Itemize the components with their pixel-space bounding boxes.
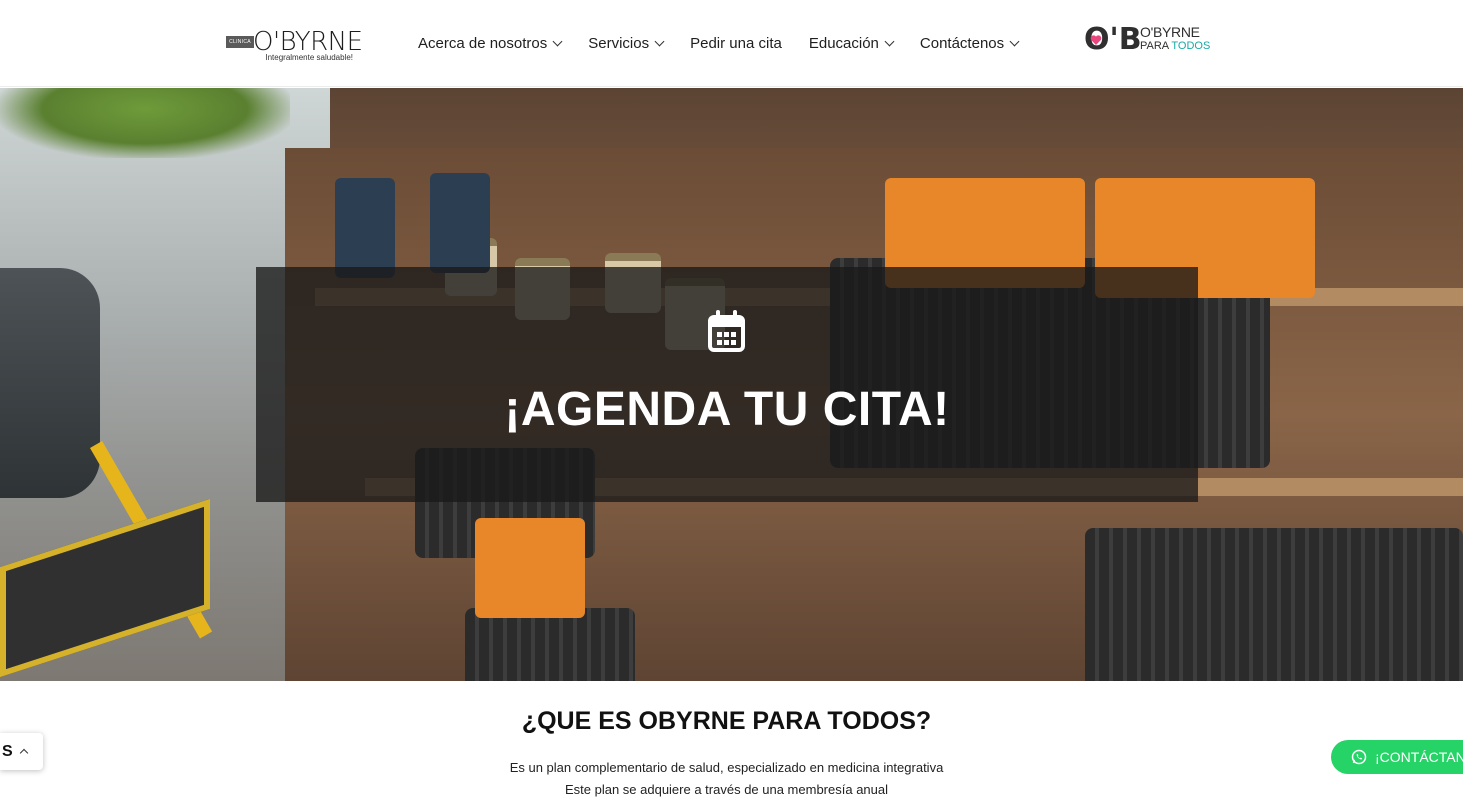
obyrne-para-todos-logo[interactable]: O'B O'BYRNE PARA TODOS <box>1084 24 1224 58</box>
logo-name: O'BYRNE <box>253 27 363 57</box>
nav-label: Contáctenos <box>919 34 1005 52</box>
partner-line1: O'BYRNE <box>1140 24 1200 40</box>
logo-badge: CLINICA <box>226 36 254 48</box>
chips-bag <box>430 173 490 273</box>
hero-banner: ¡AGENDA TU CITA! <box>0 88 1463 681</box>
chevron-up-icon <box>19 748 28 758</box>
partner-line2-b: TODOS <box>1171 40 1211 52</box>
nav-item-servicios[interactable]: Servicios <box>588 34 665 52</box>
heart-icon <box>1090 35 1102 45</box>
basket <box>1085 528 1463 681</box>
hero-cta-overlay[interactable]: ¡AGENDA TU CITA! <box>256 267 1198 502</box>
hero-photo-tree <box>0 88 290 158</box>
whatsapp-label: ¡CONTÁCTANOS! <box>1375 749 1463 765</box>
section-paragraph: Es un plan complementario de salud, espe… <box>509 760 944 775</box>
chevron-down-icon <box>654 36 665 46</box>
snack-bag <box>475 518 585 618</box>
hero-title: ¡AGENDA TU CITA! <box>504 383 950 436</box>
partner-line2: PARA TODOS <box>1140 39 1210 53</box>
chevron-down-icon <box>552 36 563 46</box>
partner-line2-a: PARA <box>1140 40 1169 52</box>
basket <box>465 608 635 681</box>
whatsapp-icon <box>1351 749 1367 765</box>
nav-label: Servicios <box>588 34 650 52</box>
nav-label: Pedir una cita <box>690 34 782 52</box>
nav-item-pedir-cita[interactable]: Pedir una cita <box>690 35 782 52</box>
section-title: ¿QUE ES OBYRNE PARA TODOS? <box>521 707 932 735</box>
nav-item-educacion[interactable]: Educación <box>808 34 895 52</box>
main-nav: Acerca de nosotros Servicios Pedir una c… <box>418 32 1045 54</box>
nav-item-acerca[interactable]: Acerca de nosotros <box>418 34 563 52</box>
nav-label: Acerca de nosotros <box>418 34 548 52</box>
clinic-logo[interactable]: CLINICA O'BYRNE Integralmente saludable! <box>226 28 363 66</box>
section-paragraph: Este plan se adquiere a través de una me… <box>564 782 889 797</box>
hero-photo-car <box>0 268 100 498</box>
calendar-icon <box>708 310 745 352</box>
chips-bag <box>335 178 395 278</box>
whatsapp-contact-button[interactable]: ¡CONTÁCTANOS! <box>1331 740 1463 774</box>
language-label: S <box>2 742 13 760</box>
nav-label: Educación <box>808 34 879 52</box>
nav-item-contactenos[interactable]: Contáctenos <box>919 34 1020 52</box>
chevron-down-icon <box>1009 36 1020 46</box>
language-switcher[interactable]: S <box>0 733 43 770</box>
site-header: CLINICA O'BYRNE Integralmente saludable!… <box>0 0 1463 87</box>
logo-tagline: Integralmente saludable! <box>265 53 353 62</box>
chevron-down-icon <box>884 36 895 46</box>
